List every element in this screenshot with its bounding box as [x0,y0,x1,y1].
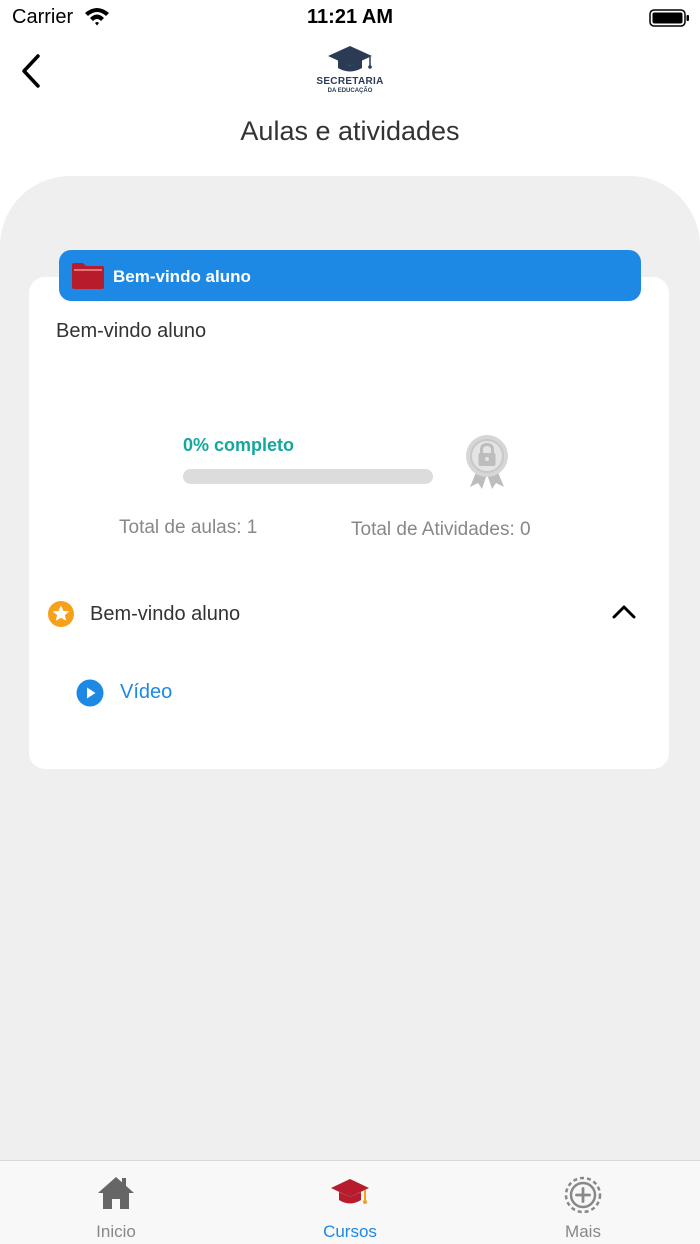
status-bar: Carrier 11:21 AM [0,0,700,36]
tab-label: Mais [565,1222,601,1241]
star-icon [47,600,75,633]
lesson-title: Bem-vindo aluno [90,603,241,625]
total-activities: Total de Atividades: 0 [351,519,531,540]
progress-bar [183,469,433,484]
folder-icon [71,262,105,295]
graduation-cap-icon [330,1175,370,1216]
tab-label: Inicio [96,1222,136,1241]
module-header[interactable]: Bem-vindo aluno [59,250,641,301]
graduation-cap-logo-icon [328,46,372,72]
tab-cursos[interactable]: Cursos [280,1161,420,1244]
module-description: Bem-vindo aluno [56,320,207,342]
secretaria-logo: SECRETARIA DA EDUCAÇÃO [310,44,390,100]
locked-certificate-icon [462,432,512,495]
clock: 11:21 AM [307,6,393,28]
back-button[interactable] [16,52,52,92]
logo-title: SECRETARIA [316,76,384,87]
home-icon [96,1175,136,1216]
chevron-left-icon [22,54,40,88]
logo-subtitle: DA EDUCAÇÃO [327,88,373,94]
lesson-item-video[interactable]: Vídeo [76,676,276,710]
tab-bar: Inicio Cursos Mais [0,1160,700,1244]
lesson-item-label: Vídeo [120,681,173,703]
tab-label: Cursos [323,1222,377,1241]
plus-circle-icon [563,1175,603,1220]
progress-label: 0% completo [183,435,295,455]
tab-inicio[interactable]: Inicio [46,1161,186,1244]
battery-icon [649,8,691,33]
chevron-up-icon[interactable] [611,602,637,627]
play-icon [76,679,104,712]
total-lessons: Total de aulas: 1 [119,517,258,538]
module-header-label: Bem-vindo aluno [113,267,251,286]
lesson-accordion[interactable]: Bem-vindo aluno [29,586,669,642]
tab-mais[interactable]: Mais [513,1161,653,1244]
page-title: Aulas e atividades [240,116,460,146]
